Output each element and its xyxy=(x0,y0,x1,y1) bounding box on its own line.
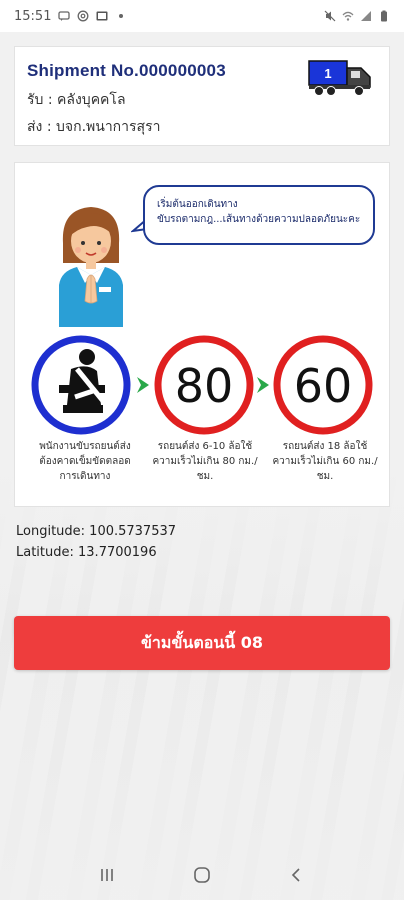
latitude-text: Latitude: 13.7700196 xyxy=(16,545,157,560)
message-icon xyxy=(58,11,71,21)
speed-limit-60-value: 60 xyxy=(294,359,353,413)
status-time: 15:51 xyxy=(14,8,52,24)
speed-60-caption: รถยนต์ส่ง 18 ล้อใช้ ความเร็วไม่เกิน 60 ก… xyxy=(272,441,378,482)
arrow-right-icon xyxy=(257,377,269,393)
back-button[interactable] xyxy=(277,860,317,890)
shipment-card: Shipment No.000000003 รับ : คลังบุคคโล ส… xyxy=(14,46,390,146)
seatbelt-caption: พนักงานขับรถยนต์ส่ง ต้องคาดเข็มขัดตลอด ก… xyxy=(39,441,131,482)
speed-80-caption: รถยนต์ส่ง 6-10 ล้อใช้ ความเร็วไม่เกิน 80… xyxy=(152,441,258,482)
delivery-location: ส่ง : บจก.พนาการสุรา xyxy=(27,119,161,135)
recent-apps-icon xyxy=(101,869,114,881)
battery-icon xyxy=(381,10,387,22)
safety-card: เริ่มต้นออกเดินทาง ขับรถตามกฎ...เส้นทางด… xyxy=(14,162,390,507)
bubble-line-1: เริ่มต้นออกเดินทาง xyxy=(157,199,238,210)
back-icon xyxy=(291,868,300,882)
dot-icon xyxy=(119,14,124,18)
longitude-text: Longitude: 100.5737537 xyxy=(16,524,177,539)
status-bar: 15:51 xyxy=(0,0,404,32)
location-info: Longitude: 100.5737537 Latitude: 13.7700… xyxy=(16,524,176,566)
seatbelt-sign-icon xyxy=(31,335,131,435)
speed-limit-80-value: 80 xyxy=(175,359,234,413)
system-nav-bar xyxy=(0,850,404,900)
wifi-icon xyxy=(342,11,354,21)
mute-icon xyxy=(324,10,336,22)
bubble-line-2: ขับรถตามกฎ...เส้นทางด้วยความปลอดภัยนะคะ xyxy=(157,214,361,225)
arrow-right-icon xyxy=(137,377,149,393)
speech-bubble: เริ่มต้นออกเดินทาง ขับรถตามกฎ...เส้นทางด… xyxy=(143,185,375,245)
recent-apps-button[interactable] xyxy=(87,860,127,890)
speed-limit-60-sign: 60 xyxy=(273,335,373,435)
speed-limit-80-sign: 80 xyxy=(154,335,254,435)
safety-signs: 80 60 xyxy=(31,335,373,435)
home-button[interactable] xyxy=(182,860,222,890)
truck-icon: 1 xyxy=(308,60,371,96)
at-icon xyxy=(78,10,89,22)
skip-step-button[interactable]: ข้ามขั้นตอนนี้ 08 xyxy=(14,616,390,670)
truck-number: 1 xyxy=(324,66,331,81)
signal-icon xyxy=(361,11,371,21)
home-icon xyxy=(194,867,210,883)
greeting-girl-illustration xyxy=(59,207,123,327)
gallery-icon xyxy=(96,11,108,21)
